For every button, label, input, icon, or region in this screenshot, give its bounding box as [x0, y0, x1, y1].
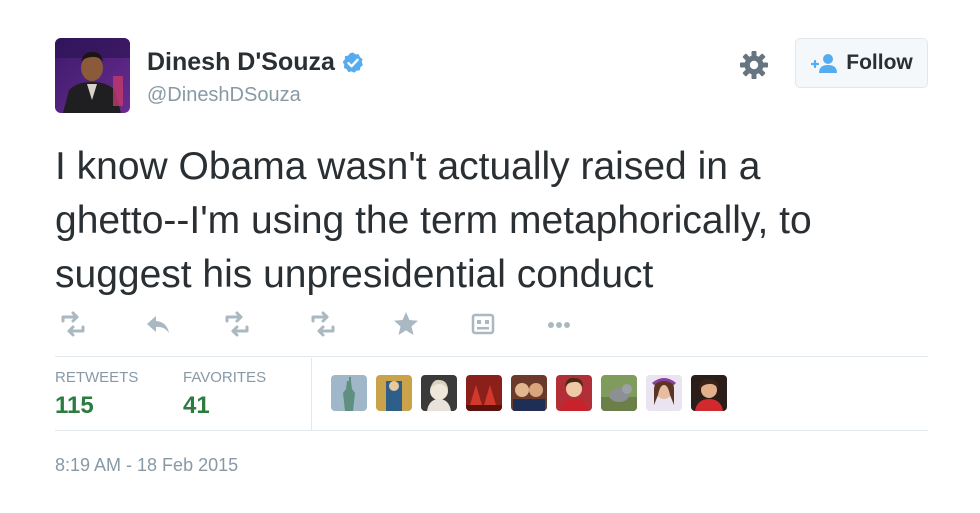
favorites-label[interactable]: FAVORITES [183, 369, 266, 386]
favoriter-avatar[interactable] [691, 375, 727, 411]
favoriter-avatar[interactable] [466, 375, 502, 411]
author-name-text[interactable]: Dinesh D'Souza [147, 48, 335, 77]
tweet-text-line: suggest his unpresidential conduct [55, 253, 654, 296]
verified-badge-icon [341, 51, 365, 75]
retweet-icon[interactable] [221, 308, 253, 340]
favoriter-avatar[interactable] [376, 375, 412, 411]
favoriter-avatar[interactable] [646, 375, 682, 411]
retweet-icon[interactable] [307, 308, 339, 340]
divider [55, 430, 928, 431]
stats-divider [311, 358, 312, 430]
tweet-timestamp[interactable]: 8:19 AM - 18 Feb 2015 [55, 455, 238, 476]
favorites-count[interactable]: 41 [183, 392, 210, 420]
tweet-text-line: I know Obama wasn't actually raised in a [55, 145, 761, 188]
reply-icon[interactable] [142, 308, 174, 340]
tweet-text: I know Obama wasn't actually raised in a… [55, 140, 925, 302]
retweets-count[interactable]: 115 [55, 392, 94, 420]
star-icon[interactable] [390, 308, 422, 340]
tweet-text-line: ghetto--I'm using the term metaphoricall… [55, 199, 812, 242]
author-name[interactable]: Dinesh D'Souza [147, 48, 365, 77]
favoriter-avatar[interactable] [331, 375, 367, 411]
retweet-icon[interactable] [57, 308, 89, 340]
media-icon[interactable] [467, 308, 499, 340]
gear-icon[interactable] [738, 49, 770, 81]
favoriter-avatar[interactable] [421, 375, 457, 411]
more-icon[interactable] [543, 308, 575, 340]
author-avatar[interactable] [55, 38, 130, 113]
author-handle[interactable]: @DineshDSouza [147, 84, 301, 107]
retweets-label[interactable]: RETWEETS [55, 369, 138, 386]
add-user-icon [811, 54, 838, 73]
favoriters-avatars [331, 375, 727, 411]
favoriter-avatar[interactable] [556, 375, 592, 411]
follow-button[interactable]: Follow [795, 38, 928, 88]
divider [55, 356, 928, 357]
follow-button-label: Follow [846, 51, 913, 74]
favoriter-avatar[interactable] [511, 375, 547, 411]
favoriter-avatar[interactable] [601, 375, 637, 411]
